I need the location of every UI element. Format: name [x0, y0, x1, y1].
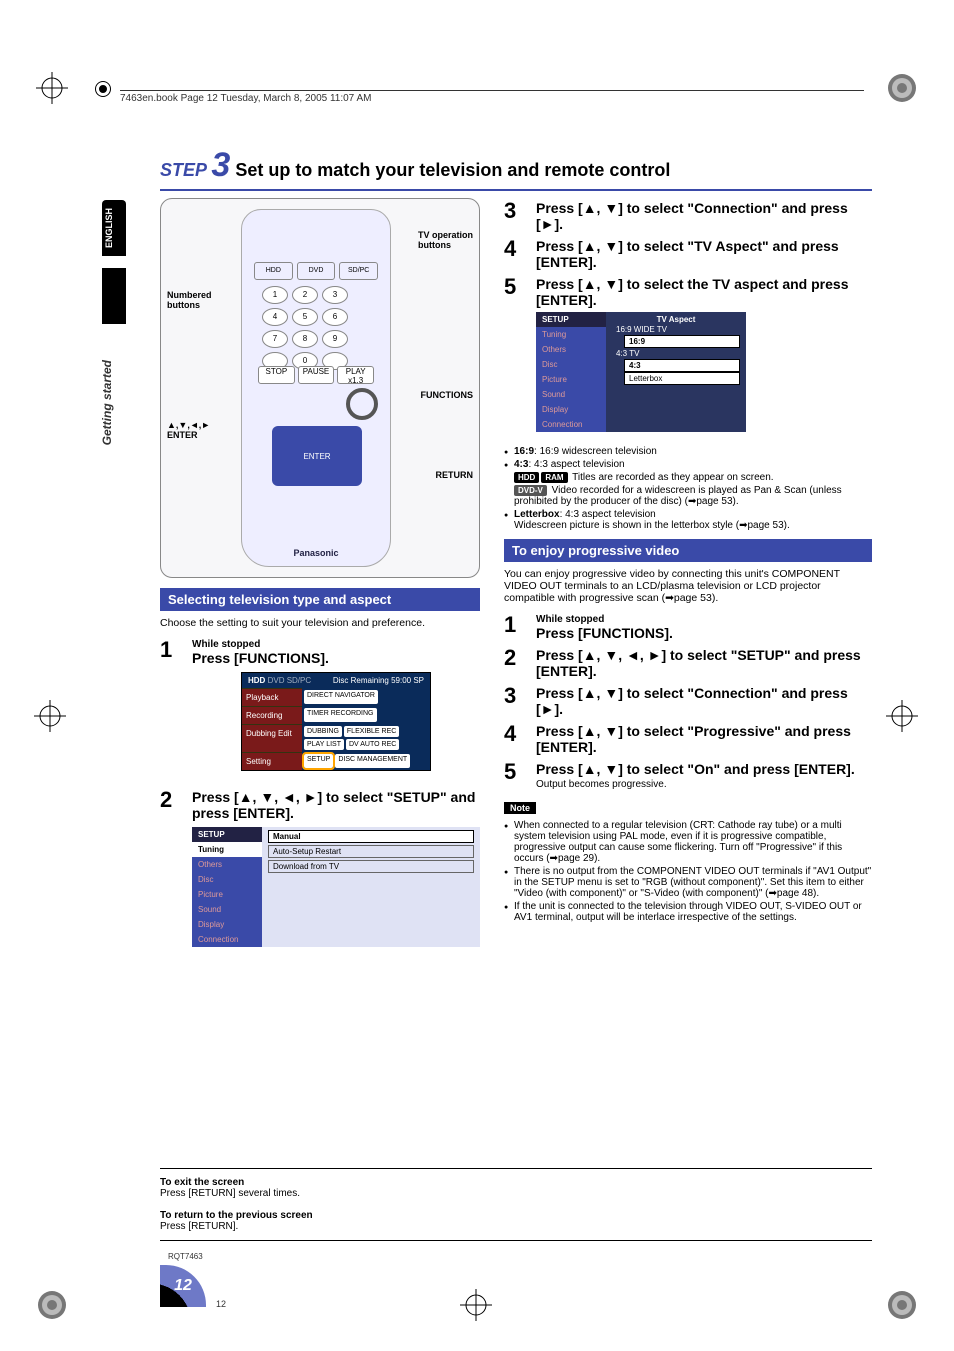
step-number-4: 4: [504, 238, 526, 260]
prog-step1-main: Press [FUNCTIONS].: [536, 625, 872, 641]
model-code: RQT7463: [168, 1252, 203, 1261]
callout-numbered-buttons: Numberedbuttons: [167, 289, 212, 311]
prog-step2-main: Press [▲, ▼, ◄, ►] to select "SETUP" and…: [536, 647, 872, 679]
callout-enter: ▲,▼,◄,►ENTER: [167, 419, 210, 441]
prog-step-3: 3: [504, 685, 526, 707]
note-item: There is no output from the COMPONENT VI…: [504, 866, 872, 899]
note-item: If the unit is connected to the televisi…: [504, 901, 872, 923]
notes-list: When connected to a regular television (…: [504, 820, 872, 923]
step1-instruction: Press [FUNCTIONS].: [192, 650, 480, 666]
step4-instruction: Press [▲, ▼] to select "TV Aspect" and p…: [536, 238, 872, 270]
dpad: ENTER: [272, 426, 362, 486]
setup-osd: SETUP Tuning Others Disc Picture Sound D…: [192, 827, 480, 947]
crop-mark-icon: [36, 1289, 68, 1321]
step-number-2: 2: [160, 789, 182, 811]
page-title: STEP 3 Set up to match your television a…: [160, 146, 872, 191]
number-pad: 123 456 789 0: [262, 286, 348, 370]
section-band-progressive: To enjoy progressive video: [504, 539, 872, 562]
prog-step5-main: Press [▲, ▼] to select "On" and press [E…: [536, 761, 872, 777]
exit-instructions: To exit the screen Press [RETURN] severa…: [160, 1168, 872, 1241]
crop-mark-icon: [886, 1289, 918, 1321]
return-text: Press [RETURN].: [160, 1221, 238, 1232]
prog-step1-pre: While stopped: [536, 614, 872, 625]
exit-text: Press [RETURN] several times.: [160, 1188, 300, 1199]
aspect-explanations: 16:9: 16:9 widescreen television 4:3: 4:…: [504, 446, 872, 531]
prog-step-2: 2: [504, 647, 526, 669]
drive-hdd-button: HDD: [254, 262, 293, 280]
prog-step-1: 1: [504, 614, 526, 636]
crop-mark-icon: [886, 72, 918, 104]
callout-tv-operation: TV operationbuttons: [418, 229, 473, 251]
crop-mark-icon: [36, 72, 68, 104]
drive-sdpc-button: SD/PC: [339, 262, 378, 280]
note-item: When connected to a regular television (…: [504, 820, 872, 864]
functions-ring-icon: [346, 388, 378, 420]
crop-mark-icon: [34, 700, 66, 732]
progressive-intro: You can enjoy progressive video by conne…: [504, 568, 872, 604]
prog-step3-main: Press [▲, ▼] to select "Connection" and …: [536, 685, 872, 717]
tv-aspect-osd: SETUP Tuning Others Disc Picture Sound D…: [536, 312, 746, 432]
transport-row: STOP PAUSE PLAY x1.3: [258, 366, 374, 384]
book-header-text: 7463en.book Page 12 Tuesday, March 8, 20…: [120, 90, 864, 104]
drive-dvd-button: DVD: [297, 262, 336, 280]
callout-return: RETURN: [436, 469, 474, 481]
step5-instruction: Press [▲, ▼] to select the TV aspect and…: [536, 276, 872, 308]
step-number-5: 5: [504, 276, 526, 298]
step2-instruction: Press [▲, ▼, ◄, ►] to select "SETUP" and…: [192, 789, 480, 821]
note-label: Note: [504, 802, 536, 814]
binding-dot-icon: [96, 82, 110, 96]
blank-tab: [102, 268, 126, 324]
prog-step-4: 4: [504, 723, 526, 745]
remote-diagram: TV operationbuttons Numberedbuttons FUNC…: [160, 198, 480, 578]
functions-osd: HDD DVD SD/PC Disc Remaining 59:00 SP Pl…: [241, 672, 431, 771]
callout-functions: FUNCTIONS: [421, 389, 474, 401]
section-band-selecting-tv: Selecting television type and aspect: [160, 588, 480, 611]
language-tab: ENGLISH: [102, 200, 126, 256]
step-number: 3: [211, 146, 230, 184]
prog-step5-sub: Output becomes progressive.: [536, 779, 872, 790]
prog-step-5: 5: [504, 761, 526, 783]
step3-instruction: Press [▲, ▼] to select "Connection" and …: [536, 200, 872, 232]
step1-precondition: While stopped: [192, 639, 480, 650]
prog-step4-main: Press [▲, ▼] to select "Progressive" and…: [536, 723, 872, 755]
section-label: Getting started: [100, 360, 114, 445]
return-title: To return to the previous screen: [160, 1210, 872, 1221]
step-number-3: 3: [504, 200, 526, 222]
step-title-text: Set up to match your television and remo…: [235, 160, 670, 180]
brand-label: Panasonic: [242, 548, 390, 558]
exit-title: To exit the screen: [160, 1177, 872, 1188]
step-number-1: 1: [160, 639, 182, 661]
page-number-small: 12: [216, 1299, 226, 1309]
remote-body: HDD DVD SD/PC 123 456 789 0 STOP PAUSE P…: [241, 209, 391, 567]
step-prefix: STEP: [160, 160, 206, 180]
crop-mark-icon: [886, 700, 918, 732]
intro-text: Choose the setting to suit your televisi…: [160, 617, 480, 629]
